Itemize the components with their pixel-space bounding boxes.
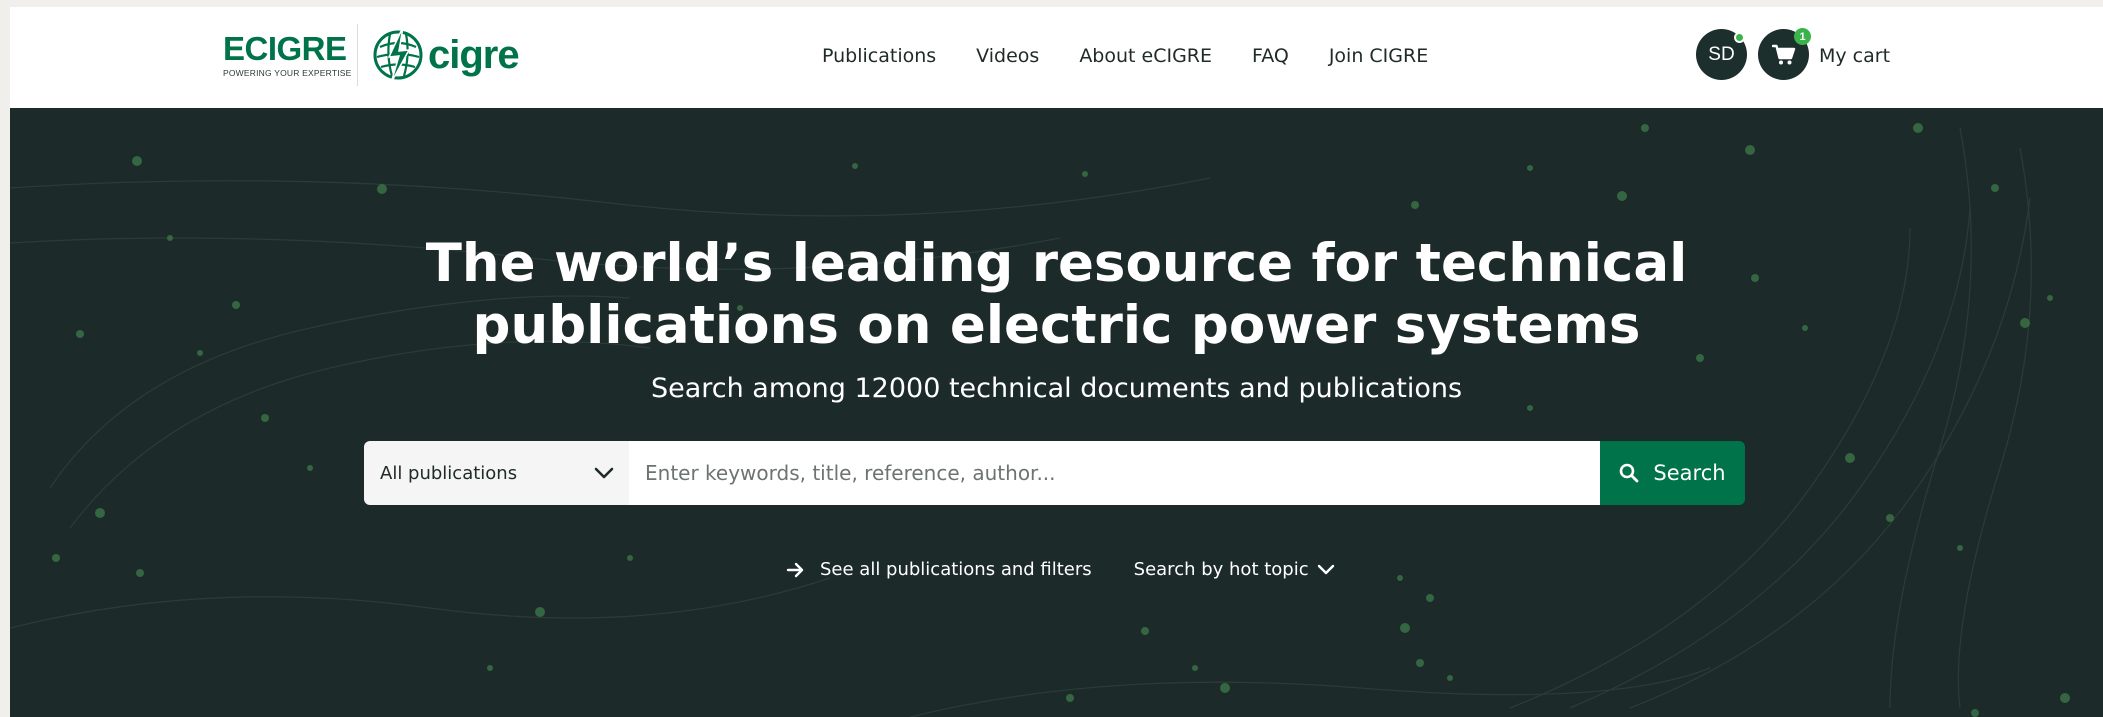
nav-faq[interactable]: FAQ	[1252, 45, 1289, 67]
cart-icon	[1771, 44, 1795, 64]
nav-publications[interactable]: Publications	[822, 45, 936, 67]
search-by-hot-topic-dropdown[interactable]: Search by hot topic	[1134, 559, 1335, 580]
page: ECIGRE POWERING YOUR EXPERTISE cigre Pub…	[10, 7, 2103, 717]
publication-scope-select[interactable]: All publications	[364, 441, 629, 505]
see-all-publications-link[interactable]: See all publications and filters	[786, 559, 1092, 580]
see-all-publications-label: See all publications and filters	[820, 559, 1092, 580]
search-input[interactable]	[629, 441, 1600, 505]
ecigre-logo: ECIGRE POWERING YOUR EXPERTISE	[223, 30, 352, 78]
ecigre-tagline: POWERING YOUR EXPERTISE	[223, 68, 352, 78]
cigre-logo: cigre	[372, 25, 520, 85]
publication-scope-value: All publications	[380, 462, 518, 484]
search-bar: All publications Search	[364, 441, 1745, 505]
nav-videos[interactable]: Videos	[976, 45, 1039, 67]
online-status-dot	[1734, 32, 1745, 43]
user-initials: SD	[1708, 43, 1735, 65]
arrow-right-icon	[786, 561, 806, 579]
hero-title-line-1: The world’s leading resource for technic…	[425, 233, 1688, 294]
ecigre-wordmark: ECIGRE	[223, 30, 347, 67]
cart-label[interactable]: My cart	[1819, 45, 1890, 67]
search-icon	[1620, 463, 1639, 483]
nav-about[interactable]: About eCIGRE	[1079, 45, 1212, 67]
hot-topic-label: Search by hot topic	[1133, 559, 1309, 580]
hero-section: The world’s leading resource for technic…	[10, 108, 2103, 717]
site-logo[interactable]: ECIGRE POWERING YOUR EXPERTISE cigre	[223, 22, 520, 88]
cigre-wordmark: cigre	[428, 32, 520, 77]
logo-divider	[357, 24, 358, 86]
site-header: ECIGRE POWERING YOUR EXPERTISE cigre Pub…	[10, 7, 2103, 108]
hero-background-pattern	[10, 123, 2070, 717]
chevron-down-icon	[1317, 563, 1335, 577]
hero-subtitle: Search among 12000 technical documents a…	[650, 373, 1463, 404]
search-button[interactable]: Search	[1600, 441, 1745, 505]
cart-count-badge: 1	[1794, 28, 1811, 45]
nav-join[interactable]: Join CIGRE	[1329, 45, 1428, 67]
cart-button[interactable]: 1	[1758, 28, 1811, 80]
hero-title: The world’s leading resource for technic…	[10, 233, 2103, 357]
hero-title-line-2: publications on electric power systems	[472, 295, 1641, 356]
search-button-label: Search	[1653, 461, 1726, 485]
chevron-down-icon	[594, 467, 614, 479]
hero-links: See all publications and filters Search …	[786, 559, 1335, 580]
cigre-globe-icon	[373, 26, 423, 84]
user-avatar[interactable]: SD	[1696, 29, 1747, 80]
main-nav: Publications Videos About eCIGRE FAQ Joi…	[822, 45, 1468, 67]
